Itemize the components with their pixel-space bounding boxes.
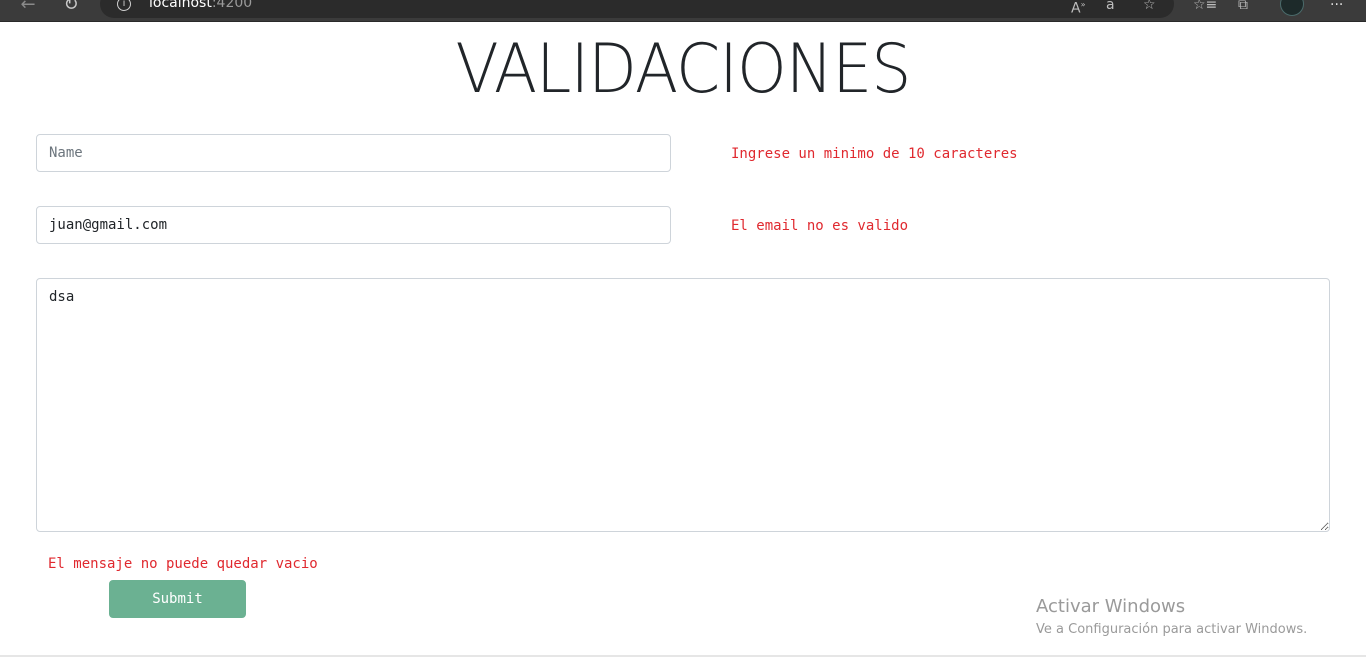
reload-icon[interactable]: ↻ xyxy=(59,0,83,16)
url-port: :4200 xyxy=(211,0,253,11)
submit-button[interactable]: Submit xyxy=(109,580,246,618)
watermark-subtitle: Ve a Configuración para activar Windows. xyxy=(1036,622,1308,637)
name-error-message: Ingrese un minimo de 10 caracteres xyxy=(731,146,1018,162)
more-menu-icon[interactable]: ··· xyxy=(1330,0,1343,16)
page-title: VALIDACIONES xyxy=(455,30,912,109)
address-bar[interactable]: i localhost:4200 xyxy=(100,0,1174,18)
translate-icon[interactable]: a͂ xyxy=(1106,0,1115,16)
watermark-title: Activar Windows xyxy=(1036,596,1186,617)
add-favorite-icon[interactable]: ☆ xyxy=(1143,0,1156,16)
email-error-message: El email no es valido xyxy=(731,218,909,234)
url-text: localhost:4200 xyxy=(149,0,252,11)
favorites-icon[interactable]: ☆≡ xyxy=(1193,0,1217,16)
read-aloud-icon[interactable]: A» xyxy=(1071,0,1085,20)
site-info-icon[interactable]: i xyxy=(117,0,131,11)
profile-avatar[interactable] xyxy=(1280,0,1304,16)
message-error-message: El mensaje no puede quedar vacio xyxy=(48,556,318,572)
windows-activation-watermark: Activar Windows Ve a Configuración para … xyxy=(1036,596,1307,640)
back-arrow-icon[interactable]: ← xyxy=(16,0,40,16)
browser-toolbar: ← ↻ i localhost:4200 A» a͂ ☆ ☆≡ ⧉ ··· xyxy=(0,0,1366,22)
url-host: localhost xyxy=(149,0,212,11)
name-input[interactable] xyxy=(36,134,671,172)
email-input[interactable] xyxy=(36,206,671,244)
collections-icon[interactable]: ⧉ xyxy=(1238,0,1248,16)
bottom-divider xyxy=(0,655,1366,657)
message-textarea[interactable]: dsa xyxy=(36,278,1330,532)
